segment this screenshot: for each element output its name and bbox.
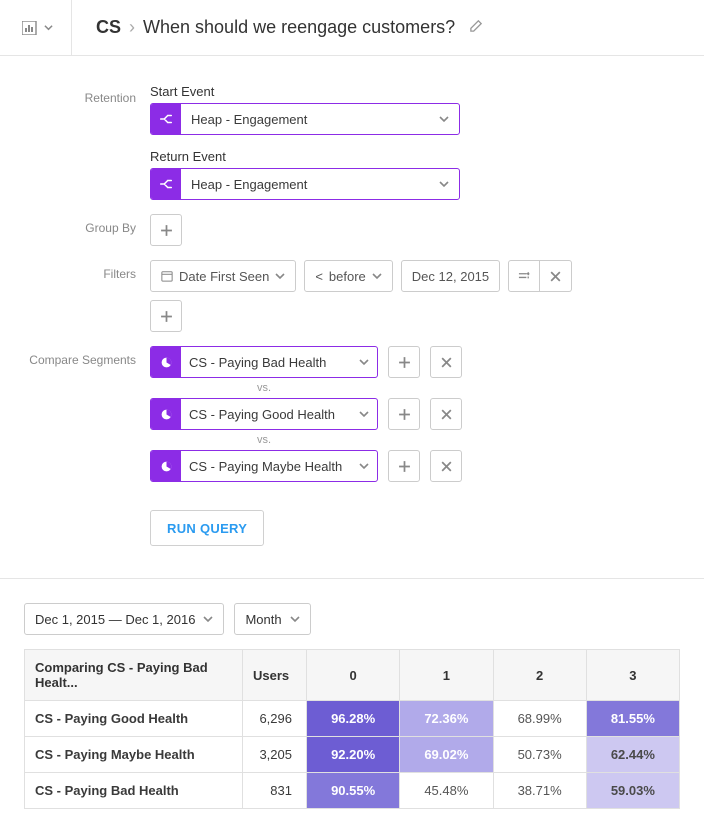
retention-cell: 69.02% <box>400 737 493 773</box>
event-icon <box>151 104 181 134</box>
return-event-label: Return Event <box>150 149 680 164</box>
users-cell: 3,205 <box>243 737 307 773</box>
segments-list: CS - Paying Bad Health vs. CS - Paying G… <box>150 346 680 486</box>
add-segment-button[interactable] <box>388 346 420 378</box>
retention-cell: 50.73% <box>493 737 586 773</box>
edit-icon[interactable] <box>469 17 484 38</box>
event-icon <box>151 169 181 199</box>
return-event-select[interactable]: Heap - Engagement <box>150 168 460 200</box>
segment-value: CS - Paying Bad Health <box>181 347 351 377</box>
breadcrumb: CS › When should we reengage customers? <box>72 17 484 38</box>
bar-chart-icon <box>22 21 40 35</box>
period-header: 0 <box>307 650 400 701</box>
compare-segments-label: Compare Segments <box>0 346 150 367</box>
add-group-by-button[interactable] <box>150 214 182 246</box>
granularity-value: Month <box>245 612 281 627</box>
vs-separator: vs. <box>150 382 378 394</box>
table-row: CS - Paying Maybe Health3,20592.20%69.02… <box>25 737 680 773</box>
segment-cell: CS - Paying Maybe Health <box>25 737 243 773</box>
report-type-selector[interactable] <box>8 0 72 56</box>
filter-property-select[interactable]: Date First Seen <box>150 260 296 292</box>
retention-label: Retention <box>0 84 150 105</box>
users-column-header: Users <box>243 650 307 701</box>
period-header: 2 <box>493 650 586 701</box>
remove-filter-button[interactable] <box>540 260 572 292</box>
retention-cell: 72.36% <box>400 701 493 737</box>
segment-cell: CS - Paying Good Health <box>25 701 243 737</box>
filter-value-input[interactable]: Dec 12, 2015 <box>401 260 500 292</box>
remove-segment-button[interactable] <box>430 450 462 482</box>
filters-label: Filters <box>0 260 150 281</box>
period-header: 1 <box>400 650 493 701</box>
retention-cell: 81.55% <box>586 701 679 737</box>
query-config: Retention Start Event Heap - Engagement … <box>0 56 704 579</box>
retention-cell: 38.71% <box>493 773 586 809</box>
remove-segment-button[interactable] <box>430 346 462 378</box>
add-segment-button[interactable] <box>388 398 420 430</box>
remove-segment-button[interactable] <box>430 398 462 430</box>
chevron-down-icon <box>275 271 285 281</box>
granularity-select[interactable]: Month <box>234 603 310 635</box>
group-by-label: Group By <box>0 214 150 235</box>
segment-icon <box>151 451 181 481</box>
breadcrumb-separator: › <box>129 17 135 38</box>
segment-select-2[interactable]: CS - Paying Maybe Health <box>150 450 378 482</box>
chevron-down-icon <box>429 104 459 134</box>
period-header: 3 <box>586 650 679 701</box>
return-event-value: Heap - Engagement <box>181 169 429 199</box>
filter-property-value: Date First Seen <box>179 269 269 284</box>
segment-icon <box>151 347 181 377</box>
chevron-down-icon <box>351 347 377 377</box>
retention-cell: 68.99% <box>493 701 586 737</box>
chevron-down-icon <box>203 614 213 624</box>
run-query-button[interactable]: RUN QUERY <box>150 510 264 546</box>
chevron-down-icon <box>429 169 459 199</box>
calendar-icon <box>161 270 173 282</box>
retention-table: Comparing CS - Paying Bad Healt... Users… <box>24 649 680 809</box>
date-range-value: Dec 1, 2015 — Dec 1, 2016 <box>35 612 195 627</box>
vs-separator: vs. <box>150 434 378 446</box>
retention-cell: 90.55% <box>307 773 400 809</box>
filter-settings-button[interactable] <box>508 260 540 292</box>
segment-select-0[interactable]: CS - Paying Bad Health <box>150 346 378 378</box>
filter-operator-select[interactable]: < before <box>304 260 392 292</box>
start-event-label: Start Event <box>150 84 680 99</box>
segment-select-1[interactable]: CS - Paying Good Health <box>150 398 378 430</box>
filter-operator-value: before <box>329 269 366 284</box>
retention-cell: 62.44% <box>586 737 679 773</box>
segment-icon <box>151 399 181 429</box>
segment-value: CS - Paying Good Health <box>181 399 351 429</box>
segment-value: CS - Paying Maybe Health <box>181 451 351 481</box>
segment-cell: CS - Paying Bad Health <box>25 773 243 809</box>
retention-cell: 96.28% <box>307 701 400 737</box>
chevron-down-icon <box>290 614 300 624</box>
compare-column-header: Comparing CS - Paying Bad Healt... <box>25 650 243 701</box>
chevron-down-icon <box>44 23 53 32</box>
page-title: When should we reengage customers? <box>143 17 455 38</box>
date-range-select[interactable]: Dec 1, 2015 — Dec 1, 2016 <box>24 603 224 635</box>
retention-cell: 92.20% <box>307 737 400 773</box>
table-row: CS - Paying Bad Health83190.55%45.48%38.… <box>25 773 680 809</box>
start-event-select[interactable]: Heap - Engagement <box>150 103 460 135</box>
filter-value: Dec 12, 2015 <box>412 269 489 284</box>
add-filter-button[interactable] <box>150 300 182 332</box>
add-segment-button[interactable] <box>388 450 420 482</box>
users-cell: 6,296 <box>243 701 307 737</box>
breadcrumb-root[interactable]: CS <box>96 17 121 38</box>
chevron-down-icon <box>372 271 382 281</box>
table-row: CS - Paying Good Health6,29696.28%72.36%… <box>25 701 680 737</box>
users-cell: 831 <box>243 773 307 809</box>
start-event-value: Heap - Engagement <box>181 104 429 134</box>
retention-cell: 45.48% <box>400 773 493 809</box>
results-panel: Dec 1, 2015 — Dec 1, 2016 Month Comparin… <box>0 579 704 833</box>
chevron-down-icon <box>351 399 377 429</box>
retention-cell: 59.03% <box>586 773 679 809</box>
topbar: CS › When should we reengage customers? <box>0 0 704 56</box>
chevron-down-icon <box>351 451 377 481</box>
